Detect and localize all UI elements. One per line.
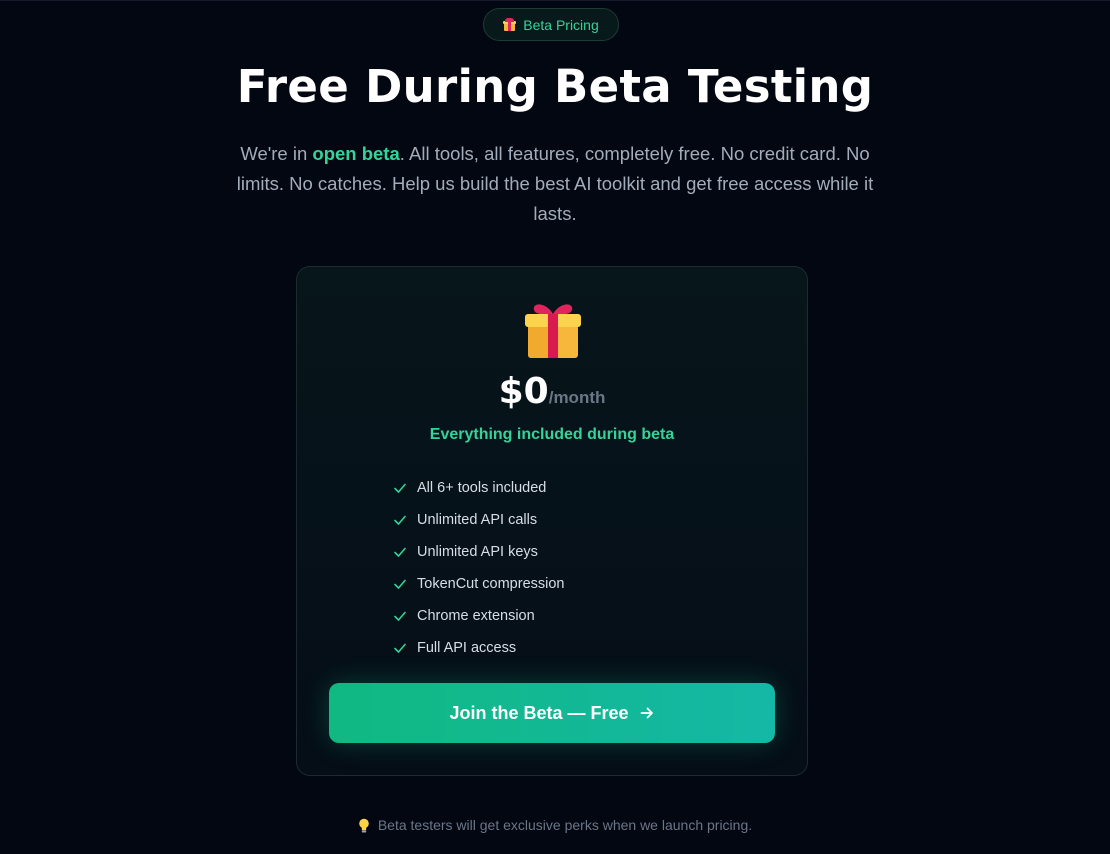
top-divider [0, 0, 1110, 1]
feature-item: Full API access [393, 632, 565, 664]
join-beta-label: Join the Beta — Free [449, 702, 629, 723]
check-icon [394, 483, 406, 493]
join-beta-button[interactable]: Join the Beta — Free [329, 683, 775, 743]
pricing-card: $0/month Everything included during beta… [296, 266, 808, 776]
price-period: /month [548, 388, 606, 407]
feature-label: Unlimited API keys [417, 544, 538, 560]
feature-item: Unlimited API keys [393, 536, 565, 568]
page-subtitle: We're in open beta. All tools, all featu… [216, 139, 894, 229]
check-icon [394, 611, 406, 621]
badge-label: Beta Pricing [523, 16, 599, 33]
price: $0/month [297, 371, 807, 412]
feature-item: Unlimited API calls [393, 504, 565, 536]
beta-perks-note: Beta testers will get exclusive perks wh… [0, 817, 1110, 833]
check-icon [394, 515, 406, 525]
subtitle-highlight: open beta [312, 143, 400, 164]
subtitle-intro: We're in [240, 143, 313, 164]
feature-label: TokenCut compression [417, 576, 565, 592]
gift-icon [503, 18, 517, 31]
beta-pricing-badge: Beta Pricing [483, 8, 619, 41]
gift-icon [525, 304, 581, 358]
page-title: Free During Beta Testing [236, 60, 874, 113]
plan-tagline: Everything included during beta [429, 426, 675, 443]
feature-label: Unlimited API calls [417, 512, 538, 528]
footnote-text: Beta testers will get exclusive perks wh… [377, 817, 753, 833]
feature-label: All 6+ tools included [417, 480, 547, 496]
feature-label: Full API access [417, 640, 517, 656]
feature-list: All 6+ tools included Unlimited API call… [393, 472, 565, 664]
feature-item: All 6+ tools included [393, 472, 565, 504]
check-icon [394, 643, 406, 653]
feature-item: TokenCut compression [393, 568, 565, 600]
check-icon [394, 547, 406, 557]
arrow-right-icon [640, 707, 653, 719]
check-icon [394, 579, 406, 589]
feature-label: Chrome extension [417, 608, 535, 624]
price-amount: $0 [498, 371, 549, 412]
feature-item: Chrome extension [393, 600, 565, 632]
lightbulb-icon [359, 818, 369, 832]
